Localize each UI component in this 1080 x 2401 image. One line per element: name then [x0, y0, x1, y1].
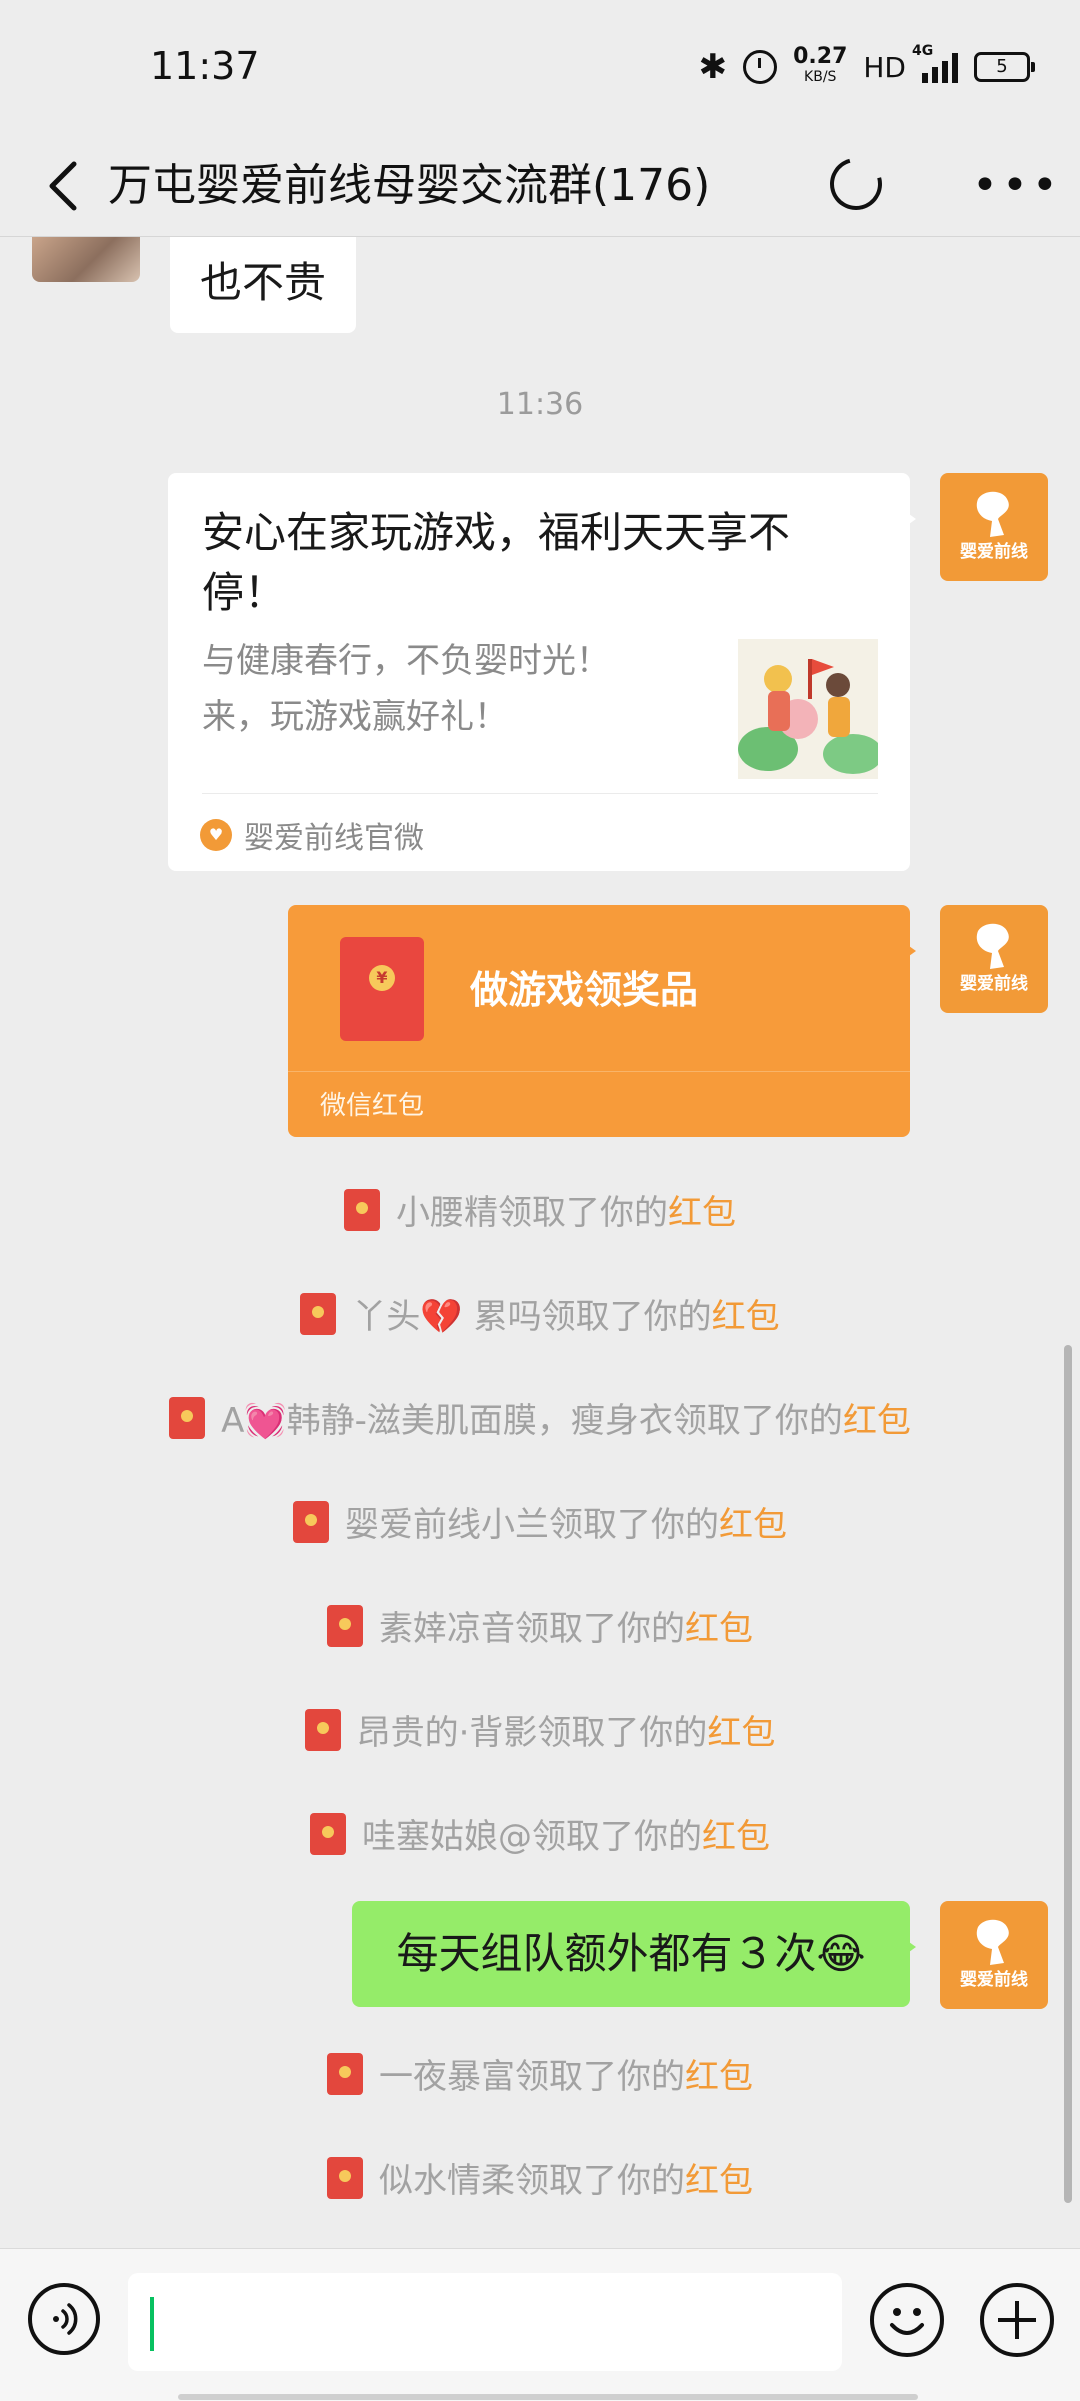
- text-caret: [150, 2297, 154, 2351]
- red-packet-icon: [327, 2156, 363, 2199]
- red-packet-icon: [344, 1188, 380, 1231]
- message-input[interactable]: [128, 2273, 842, 2371]
- red-packet-icon: [310, 1812, 346, 1855]
- red-packet-icon: ¥: [340, 937, 424, 1041]
- scrollbar[interactable]: [1064, 1345, 1072, 2203]
- alarm-icon: [743, 50, 778, 84]
- status-bar: 11:37 ✱ 0.27 KB/S HD 4G 5: [0, 0, 1080, 136]
- link-thumbnail: [738, 639, 878, 779]
- status-time: 11:37: [150, 44, 260, 88]
- red-packet-icon: [300, 1292, 337, 1335]
- red-packet-footer: 微信红包: [320, 1091, 425, 1121]
- more-icon[interactable]: •••: [972, 160, 1062, 211]
- red-packet-link[interactable]: 红包: [685, 1609, 753, 1649]
- red-packet-link[interactable]: 红包: [843, 1401, 911, 1441]
- source-logo-icon: ♥: [200, 819, 232, 851]
- avatar[interactable]: 婴爱前线: [940, 1901, 1048, 2009]
- back-arrow-icon[interactable]: [36, 156, 96, 216]
- emoji-icon[interactable]: [870, 2283, 944, 2357]
- battery-icon: 5: [974, 52, 1035, 82]
- loading-icon: [820, 148, 892, 220]
- red-packet-link[interactable]: 红包: [707, 1713, 775, 1753]
- message-timestamp: 11:36: [496, 387, 584, 422]
- link-source: ♥ 婴爱前线官微: [200, 793, 878, 857]
- bluetooth-icon: ✱: [698, 47, 728, 87]
- system-claim-notice: 一夜暴富领取了你的红包: [0, 2049, 1080, 2104]
- voice-icon[interactable]: [28, 2283, 100, 2355]
- avatar[interactable]: [32, 237, 140, 282]
- message-bubble-outgoing[interactable]: 每天组队额外都有３次😂: [352, 1901, 916, 2007]
- red-packet-link[interactable]: 红包: [712, 1297, 780, 1337]
- red-packet-link[interactable]: 红包: [719, 1505, 787, 1545]
- chat-title: 万屯婴爱前线母婴交流群(176): [108, 160, 711, 211]
- red-packet-icon: [327, 1604, 363, 1647]
- red-packet-title: 做游戏领奖品: [470, 968, 699, 1012]
- red-packet-link[interactable]: 红包: [702, 1817, 770, 1857]
- red-packet-message[interactable]: ¥ 做游戏领奖品 微信红包: [288, 905, 916, 1137]
- system-claim-notice: 素婞凉音领取了你的红包: [0, 1601, 1080, 1656]
- red-packet-link[interactable]: 红包: [685, 2057, 753, 2097]
- message-bubble-incoming[interactable]: 也不贵: [170, 237, 356, 333]
- chat-area[interactable]: 也不贵 11:36 婴爱前线 安心在家玩游戏，福利天天享不停！ 与健康春行，不负…: [0, 237, 1080, 2247]
- red-packet-link[interactable]: 红包: [668, 1193, 736, 1233]
- link-card[interactable]: 安心在家玩游戏，福利天天享不停！ 与健康春行，不负婴时光！ 来，玩游戏赢好礼！ …: [168, 473, 916, 871]
- system-claim-notice: 似水情柔领取了你的红包: [0, 2153, 1080, 2208]
- system-claim-notice: 丫头💔 累吗领取了你的红包: [0, 1289, 1080, 1344]
- link-description: 与健康春行，不负婴时光！ 来，玩游戏赢好礼！: [202, 641, 610, 737]
- red-packet-link[interactable]: 红包: [685, 2161, 753, 2201]
- gesture-bar[interactable]: [178, 2394, 918, 2400]
- hd-indicator: HD: [863, 50, 906, 84]
- system-claim-notice: A💓韩静-滋美肌面膜，瘦身衣领取了你的红包: [0, 1393, 1080, 1448]
- red-packet-icon: [169, 1396, 206, 1439]
- red-packet-icon: [293, 1500, 329, 1543]
- avatar[interactable]: 婴爱前线: [940, 473, 1048, 581]
- status-icons: ✱ 0.27 KB/S HD 4G 5: [698, 43, 1035, 88]
- red-packet-icon: [327, 2052, 363, 2095]
- system-claim-notice: 小腰精领取了你的红包: [0, 1185, 1080, 1240]
- system-claim-notice: 哇塞姑娘@领取了你的红包: [0, 1809, 1080, 1864]
- signal-icon: 4G: [912, 43, 958, 83]
- avatar[interactable]: 婴爱前线: [940, 905, 1048, 1013]
- input-bar: [0, 2248, 1080, 2401]
- network-speed: 0.27 KB/S: [793, 44, 848, 86]
- system-claim-notice: 昂贵的·背影领取了你的红包: [0, 1705, 1080, 1760]
- plus-icon[interactable]: [980, 2283, 1054, 2357]
- system-claim-notice: 婴爱前线小兰领取了你的红包: [0, 1497, 1080, 1552]
- chat-header: 万屯婴爱前线母婴交流群(176) •••: [0, 136, 1080, 237]
- red-packet-icon: [304, 1708, 341, 1751]
- link-title: 安心在家玩游戏，福利天天享不停！: [202, 508, 791, 617]
